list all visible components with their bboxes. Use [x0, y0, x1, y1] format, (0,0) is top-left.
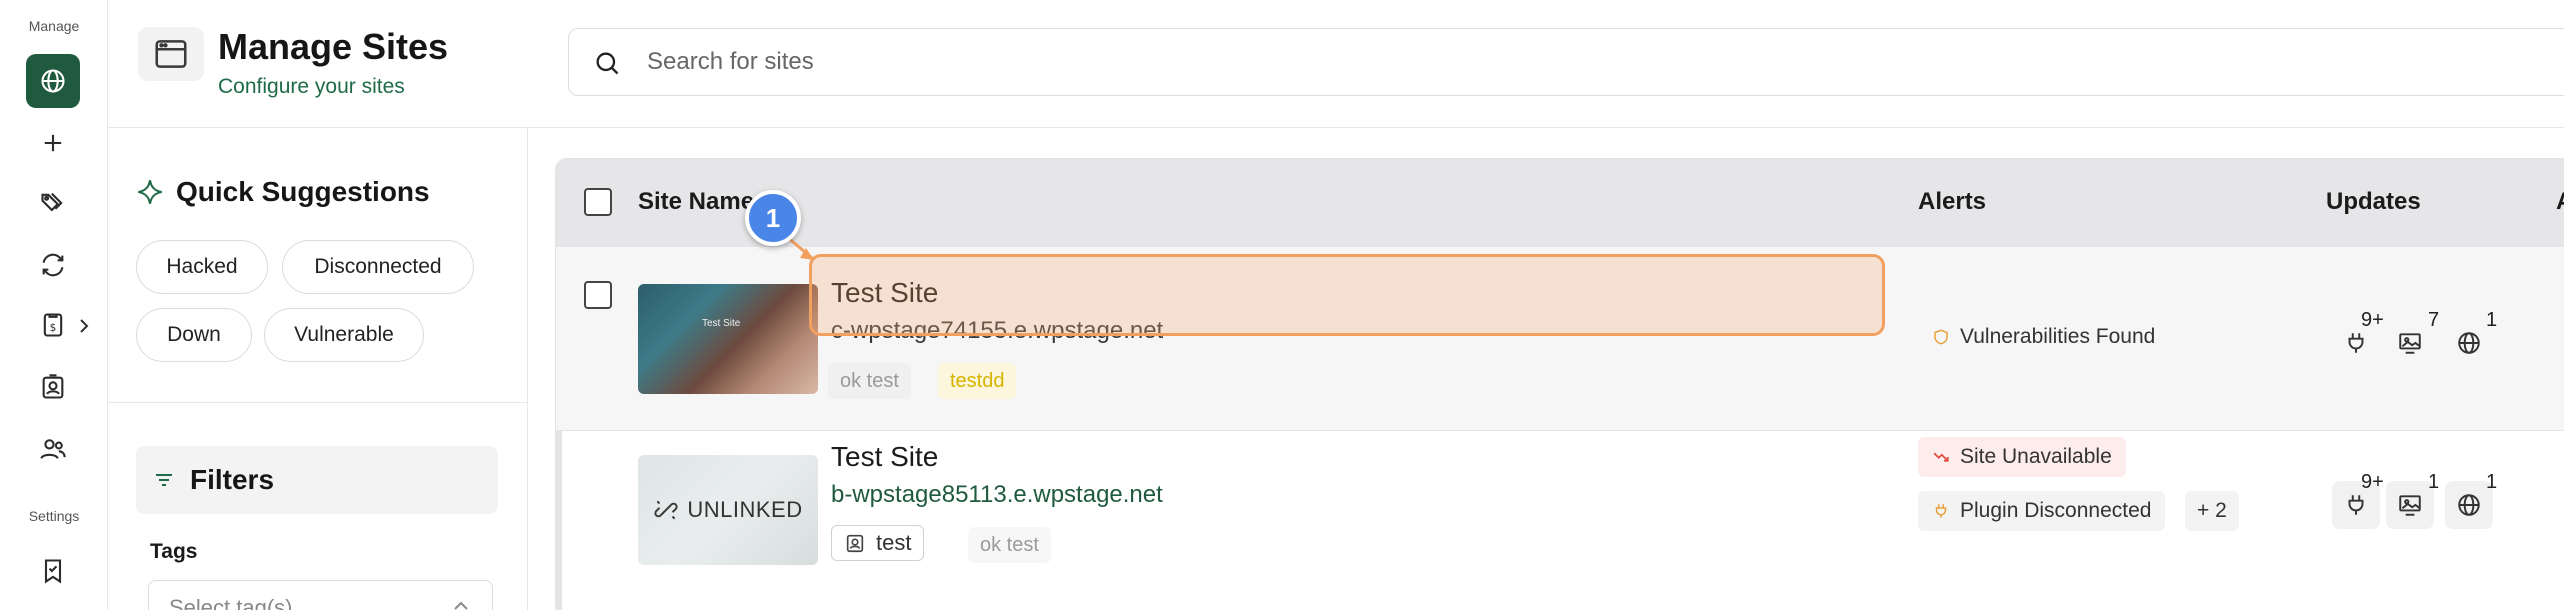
tag-label: test [876, 530, 912, 555]
report-icon: $ [43, 313, 63, 337]
unlink-icon [654, 500, 678, 520]
alert-label: Vulnerabilities Found [1960, 325, 2156, 348]
page-title: Manage Sites [218, 26, 449, 67]
rail-sync-button[interactable] [26, 238, 80, 292]
theme-updates-count: 7 [2428, 309, 2440, 331]
tags-icon [41, 192, 63, 212]
tag-badge[interactable]: ok test [968, 527, 1051, 563]
rail-manage-label: Manage [28, 18, 80, 34]
rail-settings-label: Settings [28, 508, 80, 524]
tags-select-placeholder: Select tag(s) [169, 595, 293, 610]
panel-divider [108, 402, 528, 403]
rail-settings-button[interactable] [26, 544, 80, 598]
table-row[interactable]: UNLINKED Test Site b-wpstage85113.e.wpst… [556, 431, 2564, 610]
browser-window-icon [155, 40, 187, 68]
search-input[interactable] [647, 41, 2547, 83]
table-header: Site Name Alerts Updates A [556, 159, 2564, 247]
chevron-up-icon [454, 601, 468, 610]
column-alerts[interactable]: Alerts [1918, 188, 1986, 216]
plug-icon [2348, 495, 2364, 515]
alert-label: Plugin Disconnected [1960, 499, 2152, 522]
plug-icon [1935, 504, 1947, 518]
shield-icon [1934, 329, 1948, 345]
rail-tags-button[interactable] [26, 176, 80, 230]
row-checkbox[interactable] [584, 281, 612, 309]
quick-suggestions-title: Quick Suggestions [176, 176, 430, 207]
tag-badge[interactable]: ok test [828, 363, 911, 399]
search-bar[interactable] [568, 28, 2564, 96]
site-thumbnail[interactable]: UNLINKED [638, 455, 818, 565]
site-thumbnail[interactable]: Test Site [638, 284, 818, 394]
alert-plugin-disconnected[interactable]: Plugin Disconnected [1918, 491, 2166, 531]
chip-down[interactable]: Down [136, 308, 252, 362]
trend-down-icon [1933, 452, 1949, 462]
filters-header[interactable]: Filters [136, 446, 498, 514]
tags-label: Tags [150, 540, 198, 563]
core-updates-count: 1 [2486, 309, 2498, 331]
core-updates-count: 1 [2486, 471, 2498, 493]
globe-icon [2458, 332, 2480, 354]
left-rail: Manage $ Settings [0, 0, 108, 610]
rail-sites-button[interactable] [26, 54, 80, 108]
tag-badge[interactable]: testdd [938, 363, 1017, 399]
chip-disconnected[interactable]: Disconnected [282, 240, 474, 294]
search-icon [596, 52, 619, 75]
globe-icon [41, 69, 65, 93]
refresh-icon [42, 253, 64, 277]
column-site-name[interactable]: Site Name [638, 188, 754, 216]
plugin-updates-count: 9+ [2361, 471, 2384, 493]
tag-badge[interactable]: test [831, 525, 925, 561]
filters-title: Filters [190, 464, 275, 495]
alert-site-unavailable[interactable]: Site Unavailable [1918, 437, 2126, 477]
monitor-icon [2399, 333, 2421, 354]
unlinked-label: UNLINKED [687, 497, 803, 522]
suggestions-filters-panel: Quick Suggestions Hacked Disconnected Do… [108, 128, 528, 610]
sites-table: Site Name Alerts Updates A Test Site Tes… [555, 158, 2564, 610]
filter-lines-icon [156, 474, 172, 486]
contact-badge-icon [42, 374, 64, 399]
plugin-updates-count: 9+ [2361, 309, 2384, 331]
plug-icon [2348, 333, 2364, 353]
rail-reports-button[interactable]: $ [26, 298, 80, 352]
rail-users-button[interactable] [26, 422, 80, 476]
bookmark-check-icon [44, 559, 62, 584]
page-header: Manage Sites Configure your sites [108, 0, 2564, 128]
select-all-checkbox[interactable] [584, 188, 612, 216]
globe-icon [2458, 494, 2480, 516]
tags-select[interactable]: Select tag(s) [148, 580, 493, 610]
rail-add-button[interactable] [26, 116, 80, 170]
header-icon-box [138, 27, 204, 81]
chip-hacked[interactable]: Hacked [136, 240, 268, 294]
page-subtitle: Configure your sites [218, 75, 405, 98]
theme-updates-count: 1 [2428, 471, 2440, 493]
rail-contacts-button[interactable] [26, 360, 80, 414]
column-updates[interactable]: Updates [2326, 188, 2421, 216]
theme-updates[interactable] [2386, 319, 2434, 367]
site-url[interactable]: b-wpstage85113.e.wpstage.net [831, 481, 1163, 509]
target-highlight [809, 254, 1885, 336]
row-accent-bar [556, 431, 562, 610]
alert-label: Site Unavailable [1960, 445, 2112, 468]
contact-badge-icon [846, 534, 864, 553]
sparkle-icon [138, 180, 162, 204]
column-extra[interactable]: A [2556, 188, 2564, 216]
more-alerts-badge[interactable]: + 2 [2185, 491, 2239, 531]
users-icon [40, 439, 66, 459]
site-name[interactable]: Test Site [831, 441, 938, 473]
plus-icon [44, 134, 62, 152]
step-number-badge: 1 [745, 190, 801, 246]
alert-vulnerabilities[interactable]: Vulnerabilities Found [1918, 317, 2169, 357]
chip-vulnerable[interactable]: Vulnerable [264, 308, 424, 362]
theme-updates[interactable] [2386, 481, 2434, 529]
chevron-right-icon[interactable] [77, 314, 91, 338]
thumbnail-caption: Test Site [702, 318, 741, 329]
svg-text:$: $ [50, 322, 57, 334]
monitor-icon [2399, 495, 2421, 516]
